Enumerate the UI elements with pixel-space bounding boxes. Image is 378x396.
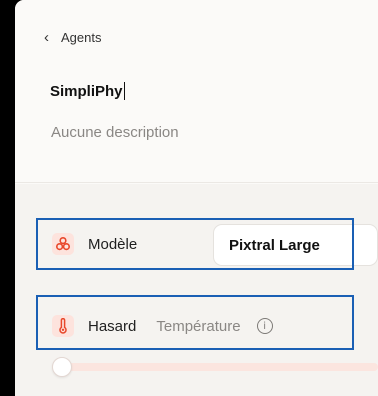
temperature-slider-track[interactable] xyxy=(62,363,378,371)
text-caret xyxy=(123,82,125,100)
agent-description-field[interactable]: Aucune description xyxy=(51,124,179,141)
back-to-agents-link[interactable]: ‹ Agents xyxy=(44,30,101,45)
back-label: Agents xyxy=(61,30,102,45)
model-highlight-box xyxy=(36,218,354,270)
temperature-slider-thumb[interactable] xyxy=(52,357,72,377)
chevron-left-icon: ‹ xyxy=(44,29,49,46)
agent-name-text: SimpliPhy xyxy=(50,82,123,100)
temperature-highlight-box xyxy=(36,295,354,350)
agent-name-input[interactable]: SimpliPhy xyxy=(50,82,125,100)
